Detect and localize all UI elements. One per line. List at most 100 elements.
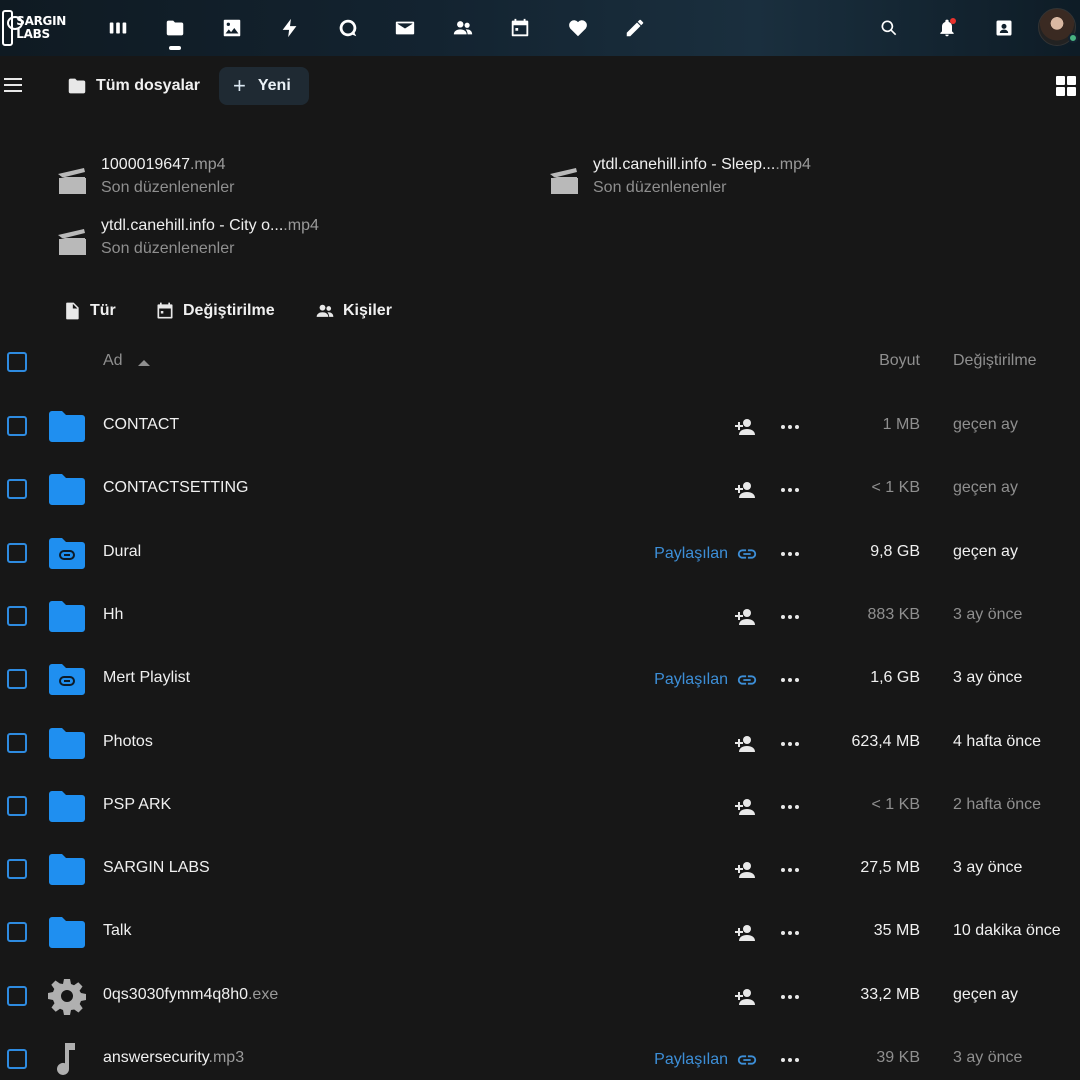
file-row[interactable]: Dural Paylaşılan 9,8 GB geçen ay <box>0 522 1080 585</box>
menu-toggle-icon[interactable] <box>4 78 22 92</box>
file-name[interactable]: SARGIN LABS <box>103 859 210 877</box>
contacts-icon[interactable] <box>449 14 477 42</box>
favorites-icon[interactable] <box>564 14 592 42</box>
file-row[interactable]: answersecurity.mp3 Paylaşılan 39 KB 3 ay ön… <box>0 1028 1080 1080</box>
file-basename: Photos <box>103 733 153 750</box>
column-header-size[interactable]: Boyut <box>879 352 920 370</box>
file-row[interactable]: CONTACT 1 MB geçen ay <box>0 395 1080 458</box>
more-actions-icon[interactable] <box>778 987 802 1007</box>
filter-type-button[interactable]: Tür <box>62 298 116 324</box>
file-row[interactable]: Photos 623,4 MB 4 hafta önce <box>0 712 1080 775</box>
file-name[interactable]: CONTACTSETTING <box>103 479 248 497</box>
filter-type-label: Tür <box>90 302 116 319</box>
share-user-icon[interactable] <box>733 985 757 1009</box>
calendar-icon <box>157 302 173 319</box>
row-checkbox[interactable] <box>7 606 27 626</box>
shared-status-button[interactable]: Paylaşılan <box>654 1049 758 1071</box>
file-size: < 1 KB <box>871 796 920 813</box>
file-name[interactable]: answersecurity.mp3 <box>103 1049 244 1067</box>
file-name[interactable]: Talk <box>103 922 131 940</box>
mail-icon[interactable] <box>391 14 419 42</box>
more-actions-icon[interactable] <box>778 670 802 690</box>
file-modified: geçen ay <box>953 543 1018 560</box>
dashboard-icon[interactable] <box>104 14 132 42</box>
file-name[interactable]: Photos <box>103 733 153 751</box>
music-note-icon <box>47 1039 87 1079</box>
file-row[interactable]: 0qs3030fymm4q8h0.exe 33,2 MB geçen ay <box>0 965 1080 1028</box>
files-icon[interactable] <box>161 14 189 50</box>
plus-icon: + <box>233 73 246 98</box>
file-row[interactable]: Mert Playlist Paylaşılan 1,6 GB 3 ay önce <box>0 648 1080 711</box>
row-checkbox[interactable] <box>7 543 27 563</box>
row-checkbox[interactable] <box>7 859 27 879</box>
column-header-modified[interactable]: Değiştirilme <box>953 352 1037 370</box>
column-header-name[interactable]: Ad <box>103 352 123 370</box>
share-user-icon[interactable] <box>733 732 757 756</box>
row-checkbox[interactable] <box>7 922 27 942</box>
more-actions-icon[interactable] <box>778 607 802 627</box>
file-name[interactable]: CONTACT <box>103 416 179 434</box>
shared-status-button[interactable]: Paylaşılan <box>654 543 758 565</box>
recent-file[interactable]: 1000019647.mp4 Son düzenlenenler <box>56 156 476 208</box>
avatar[interactable] <box>1038 8 1078 46</box>
notes-icon[interactable] <box>621 14 649 42</box>
row-checkbox[interactable] <box>7 479 27 499</box>
recent-file[interactable]: ytdl.canehill.info - City o....mp4 Son d… <box>56 217 476 269</box>
file-name[interactable]: 0qs3030fymm4q8h0.exe <box>103 986 278 1004</box>
row-checkbox[interactable] <box>7 986 27 1006</box>
share-user-icon[interactable] <box>733 415 757 439</box>
row-checkbox[interactable] <box>7 416 27 436</box>
sort-ascending-icon[interactable] <box>138 360 150 366</box>
folder-icon <box>47 786 87 826</box>
more-actions-icon[interactable] <box>778 1050 802 1070</box>
file-row[interactable]: Talk 35 MB 10 dakika önce <box>0 901 1080 964</box>
more-actions-icon[interactable] <box>778 734 802 754</box>
recent-file[interactable]: ytdl.canehill.info - Sleep....mp4 Son dü… <box>548 156 968 208</box>
breadcrumb-root[interactable]: Tüm dosyalar <box>66 73 200 99</box>
more-actions-icon[interactable] <box>778 860 802 880</box>
file-size: < 1 KB <box>871 479 920 496</box>
filter-modified-button[interactable]: Değiştirilme <box>155 298 275 324</box>
search-icon[interactable] <box>875 14 903 42</box>
filter-people-button[interactable]: Kişiler <box>315 298 392 324</box>
select-all-checkbox[interactable] <box>7 352 27 372</box>
share-user-icon[interactable] <box>733 858 757 882</box>
new-button[interactable]: + Yeni <box>219 67 309 105</box>
talk-icon[interactable] <box>334 14 362 42</box>
file-row[interactable]: Hh 883 KB 3 ay önce <box>0 585 1080 648</box>
row-checkbox[interactable] <box>7 733 27 753</box>
people-icon <box>316 304 334 317</box>
file-modified: 3 ay önce <box>953 859 1023 876</box>
photos-icon[interactable] <box>218 14 246 42</box>
file-name[interactable]: PSP ARK <box>103 796 171 814</box>
row-checkbox[interactable] <box>7 669 27 689</box>
folder-icon <box>47 469 87 509</box>
more-actions-icon[interactable] <box>778 797 802 817</box>
sargin-labs-logo[interactable]: SARGIN LABS <box>0 6 66 50</box>
share-user-icon[interactable] <box>733 605 757 629</box>
notifications-icon[interactable] <box>933 14 961 42</box>
share-user-icon[interactable] <box>733 478 757 502</box>
more-actions-icon[interactable] <box>778 417 802 437</box>
grid-view-icon[interactable] <box>1056 76 1076 96</box>
recent-file-name: 1000019647 <box>101 156 190 173</box>
activity-icon[interactable] <box>276 14 304 42</box>
more-actions-icon[interactable] <box>778 480 802 500</box>
file-row[interactable]: SARGIN LABS 27,5 MB 3 ay önce <box>0 838 1080 901</box>
share-user-icon[interactable] <box>733 921 757 945</box>
file-modified: 3 ay önce <box>953 606 1023 623</box>
more-actions-icon[interactable] <box>778 923 802 943</box>
file-row[interactable]: PSP ARK < 1 KB 2 hafta önce <box>0 775 1080 838</box>
row-checkbox[interactable] <box>7 796 27 816</box>
share-user-icon[interactable] <box>733 795 757 819</box>
file-name[interactable]: Hh <box>103 606 123 624</box>
more-actions-icon[interactable] <box>778 544 802 564</box>
shared-status-button[interactable]: Paylaşılan <box>654 669 758 691</box>
file-name[interactable]: Dural <box>103 543 141 561</box>
folder-icon <box>68 78 86 94</box>
contacts-menu-icon[interactable] <box>990 14 1018 42</box>
file-name[interactable]: Mert Playlist <box>103 669 190 687</box>
file-row[interactable]: CONTACTSETTING < 1 KB geçen ay <box>0 458 1080 521</box>
row-checkbox[interactable] <box>7 1049 27 1069</box>
calendar-icon[interactable] <box>506 14 534 42</box>
